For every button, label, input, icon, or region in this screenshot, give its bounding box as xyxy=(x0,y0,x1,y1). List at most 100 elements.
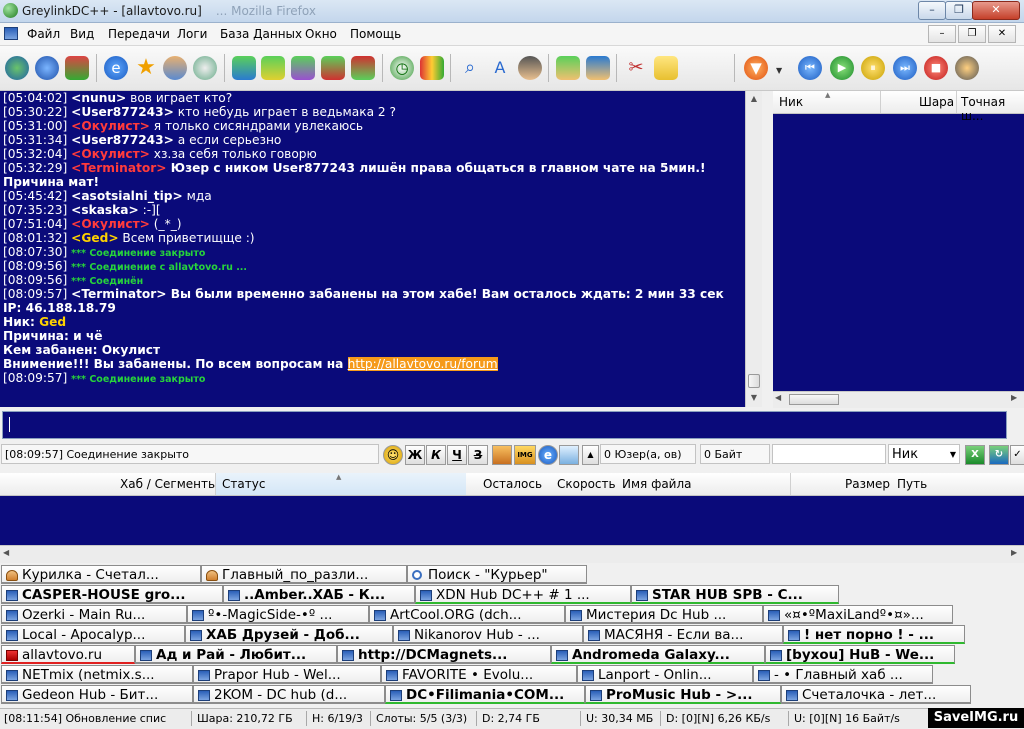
hub-tab[interactable]: Nikanorov Hub - ... xyxy=(393,625,583,644)
column-share[interactable]: Шара xyxy=(919,95,954,109)
column-hub-segments[interactable]: Хаб / Сегменты xyxy=(120,477,217,491)
message-nick[interactable]: <Окулист> xyxy=(71,217,150,231)
hub-tab[interactable]: Gedeon Hub - Бит... xyxy=(1,685,193,704)
hub-tab[interactable]: NETmix (netmix.s... xyxy=(1,665,193,684)
minimize-button[interactable]: – xyxy=(918,1,946,20)
menu-window[interactable]: Окно xyxy=(305,27,337,41)
image-tag-button[interactable]: IMG xyxy=(514,445,536,465)
chat-input[interactable] xyxy=(2,411,1007,439)
hub-tab[interactable]: allavtovo.ru xyxy=(1,645,135,664)
forum-link[interactable]: http://allavtovo.ru/forum xyxy=(347,357,498,371)
message-nick[interactable]: <Окулист> xyxy=(71,147,150,161)
star-icon[interactable]: ★ xyxy=(134,56,158,80)
hub-tab[interactable]: CASPER-HOUSE gro... xyxy=(1,585,223,604)
hub-tab[interactable]: Lanport - Onlin... xyxy=(577,665,753,684)
hub-tab[interactable]: ..Amber..ХАБ - К... xyxy=(223,585,415,604)
player-play-icon[interactable]: ▶ xyxy=(830,56,854,80)
settings-icon[interactable]: ✂ xyxy=(624,56,648,80)
hub-tab[interactable]: Ozerki - Main Ru... xyxy=(1,605,187,624)
hub-tab[interactable]: МАСЯНЯ - Если ва... xyxy=(583,625,783,644)
message-nick[interactable]: <Окулист> xyxy=(71,119,150,133)
finished-uploads-icon[interactable] xyxy=(321,56,345,80)
scroll-thumb[interactable] xyxy=(748,374,760,388)
user-list[interactable] xyxy=(773,91,1024,407)
hub-tab[interactable]: Курилка - Счетал... xyxy=(1,565,201,584)
users-icon[interactable] xyxy=(163,56,187,80)
column-exact-share[interactable]: Точная ш... xyxy=(961,95,1024,123)
chat-scrollbar[interactable]: ▲ ▼ xyxy=(745,91,762,407)
italic-button[interactable]: К xyxy=(426,445,446,465)
column-remaining[interactable]: Осталось xyxy=(483,477,542,491)
mdi-close-button[interactable]: ✕ xyxy=(988,25,1016,43)
scroll-right-arrow[interactable]: ▶ xyxy=(1011,393,1017,402)
scroll-down-arrow[interactable]: ▼ xyxy=(747,391,761,405)
hub-tab[interactable]: XDN Hub DC++ # 1 ... xyxy=(415,585,631,604)
notepad-icon[interactable] xyxy=(654,56,678,80)
scroll-up-arrow[interactable]: ▲ xyxy=(747,92,761,106)
message-nick[interactable]: <User877243> xyxy=(71,133,174,147)
column-speed[interactable]: Скорость xyxy=(557,477,616,491)
message-nick[interactable]: <Terminator> xyxy=(71,287,166,301)
firefox-icon[interactable]: ▼ xyxy=(744,56,768,80)
spellcheck-icon[interactable] xyxy=(559,445,579,465)
connect-icon[interactable] xyxy=(5,56,29,80)
message-nick[interactable]: <Terminator> xyxy=(71,161,166,175)
scroll-right-arrow[interactable]: ▶ xyxy=(1011,548,1017,557)
hub-tab[interactable]: DC•Filimania•COM... xyxy=(385,685,585,704)
hub-tab[interactable]: Local - Apocalyp... xyxy=(1,625,185,644)
hub-tab[interactable]: Главный_по_разли... xyxy=(201,565,407,584)
hub-tab[interactable]: 2KOM - DC hub (d... xyxy=(193,685,385,704)
bold-button[interactable]: Ж xyxy=(405,445,425,465)
hub-tab[interactable]: Ад и Рай - Любит... xyxy=(135,645,337,664)
clock-icon[interactable]: ◷ xyxy=(390,56,414,80)
upload-queue-icon[interactable] xyxy=(291,56,315,80)
excel-export-icon[interactable]: X xyxy=(965,445,985,465)
menu-help[interactable]: Помощь xyxy=(350,27,401,41)
hub-tab[interactable]: ! нет порно ! - ... xyxy=(783,625,965,644)
message-nick[interactable]: Ged xyxy=(39,315,66,329)
winamp-icon[interactable] xyxy=(955,56,979,80)
recent-hubs-icon[interactable] xyxy=(193,56,217,80)
open-file-list-icon[interactable] xyxy=(556,56,580,80)
hub-tab[interactable]: FAVORITE • Evolu... xyxy=(381,665,577,684)
hub-tab[interactable]: [byxou] HuB - We... xyxy=(765,645,955,664)
hub-tab[interactable]: ProMusic Hub - >... xyxy=(585,685,781,704)
hub-tab[interactable]: Мистерия Dc Hub ... xyxy=(565,605,763,624)
smiley-icon[interactable]: ☺ xyxy=(383,445,403,465)
menu-database[interactable]: База Данных xyxy=(220,27,302,41)
message-nick[interactable]: <asotsialni_tip> xyxy=(71,189,183,203)
chat-log[interactable]: [05:04:02] <nunu> вов играет кто? [05:30:… xyxy=(0,91,745,407)
close-button[interactable]: ✕ xyxy=(972,1,1020,20)
transfer-hscroll[interactable]: ◀ ▶ xyxy=(0,545,1024,563)
message-nick[interactable]: <nunu> xyxy=(71,91,126,105)
menu-logs[interactable]: Логи xyxy=(177,27,207,41)
download-queue-icon[interactable] xyxy=(232,56,256,80)
ie-link-icon[interactable]: e xyxy=(538,445,558,465)
color-palette-icon[interactable] xyxy=(492,445,512,465)
stats-chart-icon[interactable] xyxy=(420,56,444,80)
scroll-left-arrow[interactable]: ◀ xyxy=(775,393,781,402)
message-nick[interactable]: <User877243> xyxy=(71,105,174,119)
scroll-left-arrow[interactable]: ◀ xyxy=(3,548,9,557)
hub-tab[interactable]: ХАБ Друзей - Доб... xyxy=(185,625,393,644)
firefox-dropdown-arrow[interactable]: ▼ xyxy=(776,66,782,75)
mdi-minimize-button[interactable]: – xyxy=(928,25,956,43)
finished-downloads-icon[interactable] xyxy=(261,56,285,80)
menu-file[interactable]: Файл xyxy=(27,27,60,41)
hub-tab[interactable]: º•-MagicSide-•º ... xyxy=(187,605,369,624)
refresh-icon[interactable]: ↻ xyxy=(989,445,1009,465)
hub-window-icon[interactable] xyxy=(4,27,18,40)
player-prev-icon[interactable]: ⏮ xyxy=(798,56,822,80)
player-stop-icon[interactable]: ■ xyxy=(924,56,948,80)
expand-toolbar-button[interactable]: ▲ xyxy=(582,445,599,465)
ie-icon[interactable]: e xyxy=(104,56,128,80)
favorites-hubs-icon[interactable] xyxy=(65,56,89,80)
menu-transfers[interactable]: Передачи xyxy=(108,27,170,41)
adl-search-icon[interactable]: A xyxy=(488,56,512,80)
show-users-checkbox[interactable]: ✓ xyxy=(1010,445,1024,465)
filter-column-select[interactable]: Ник ▼ xyxy=(888,444,960,464)
message-nick[interactable]: <skaska> xyxy=(71,203,139,217)
mdi-restore-button[interactable]: ❐ xyxy=(958,25,986,43)
underline-button[interactable]: Ч xyxy=(447,445,467,465)
user-filter-input[interactable] xyxy=(772,444,886,464)
